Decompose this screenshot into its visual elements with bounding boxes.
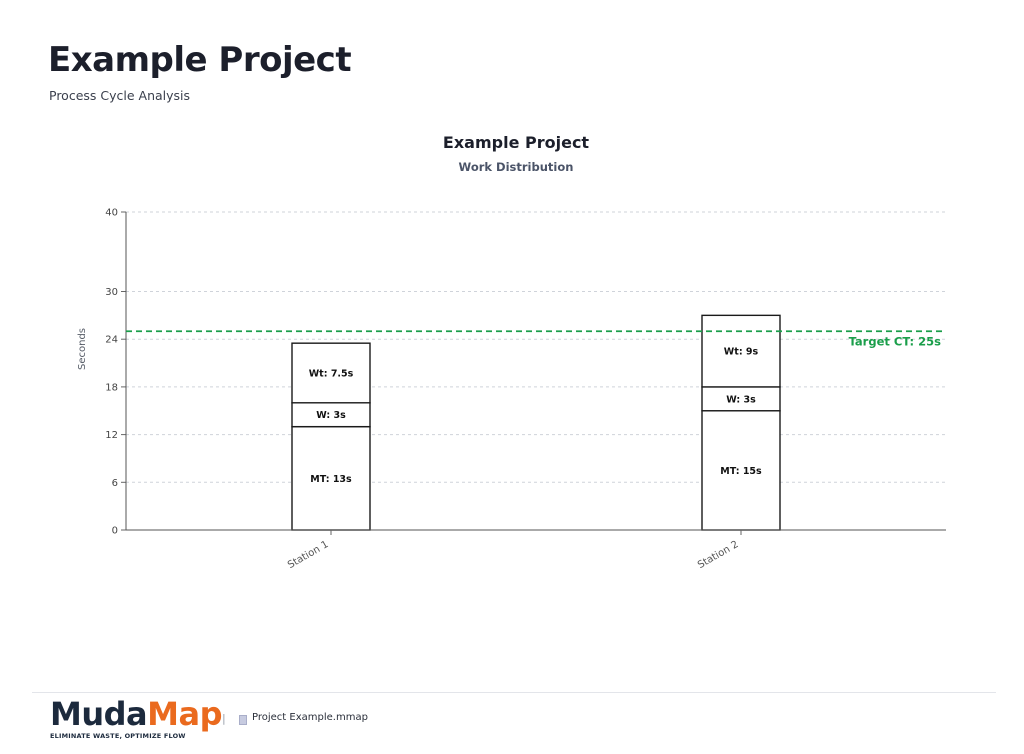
page-subtitle: Process Cycle Analysis xyxy=(49,88,191,103)
data-label: Wt: 9s xyxy=(724,347,759,358)
page-title: Example Project xyxy=(48,40,352,80)
y-tick-label: 30 xyxy=(105,287,118,298)
work-distribution-chart: Example Project Work Distribution Second… xyxy=(77,133,946,571)
data-label: MT: 15s xyxy=(720,466,762,477)
x-tick-label: Station 2 xyxy=(696,539,741,571)
y-tick-label: 40 xyxy=(105,208,118,219)
y-axis-label: Seconds xyxy=(77,328,88,370)
data-label: Wt: 7.5s xyxy=(309,368,354,379)
file-name: Project Example.mmap xyxy=(252,712,368,723)
logo-tagline: ELIMINATE WASTE, OPTIMIZE FLOW xyxy=(50,732,186,740)
footer-divider xyxy=(32,692,996,693)
data-label: W: 3s xyxy=(316,410,346,421)
y-tick-label: 18 xyxy=(105,382,118,393)
file-icon xyxy=(239,715,247,725)
y-tick-label: 6 xyxy=(112,478,118,489)
y-tick-label: 0 xyxy=(112,526,118,537)
y-tick-label: 12 xyxy=(105,430,118,441)
chart-title: Example Project xyxy=(443,133,590,152)
mudamap-logo: MudaMap ELIMINATE WASTE, OPTIMIZE FLOW xyxy=(50,697,222,740)
data-label: MT: 13s xyxy=(310,474,352,485)
logo-text-muda: Muda xyxy=(50,695,148,733)
footer-separator: | xyxy=(222,712,226,725)
target-label: Target CT: 25s xyxy=(849,334,942,348)
x-tick-label: Station 1 xyxy=(286,539,331,571)
logo-text-map: Map xyxy=(147,695,222,733)
y-tick-label: 24 xyxy=(105,335,118,346)
data-label: W: 3s xyxy=(726,394,756,405)
chart-subtitle: Work Distribution xyxy=(459,160,574,174)
